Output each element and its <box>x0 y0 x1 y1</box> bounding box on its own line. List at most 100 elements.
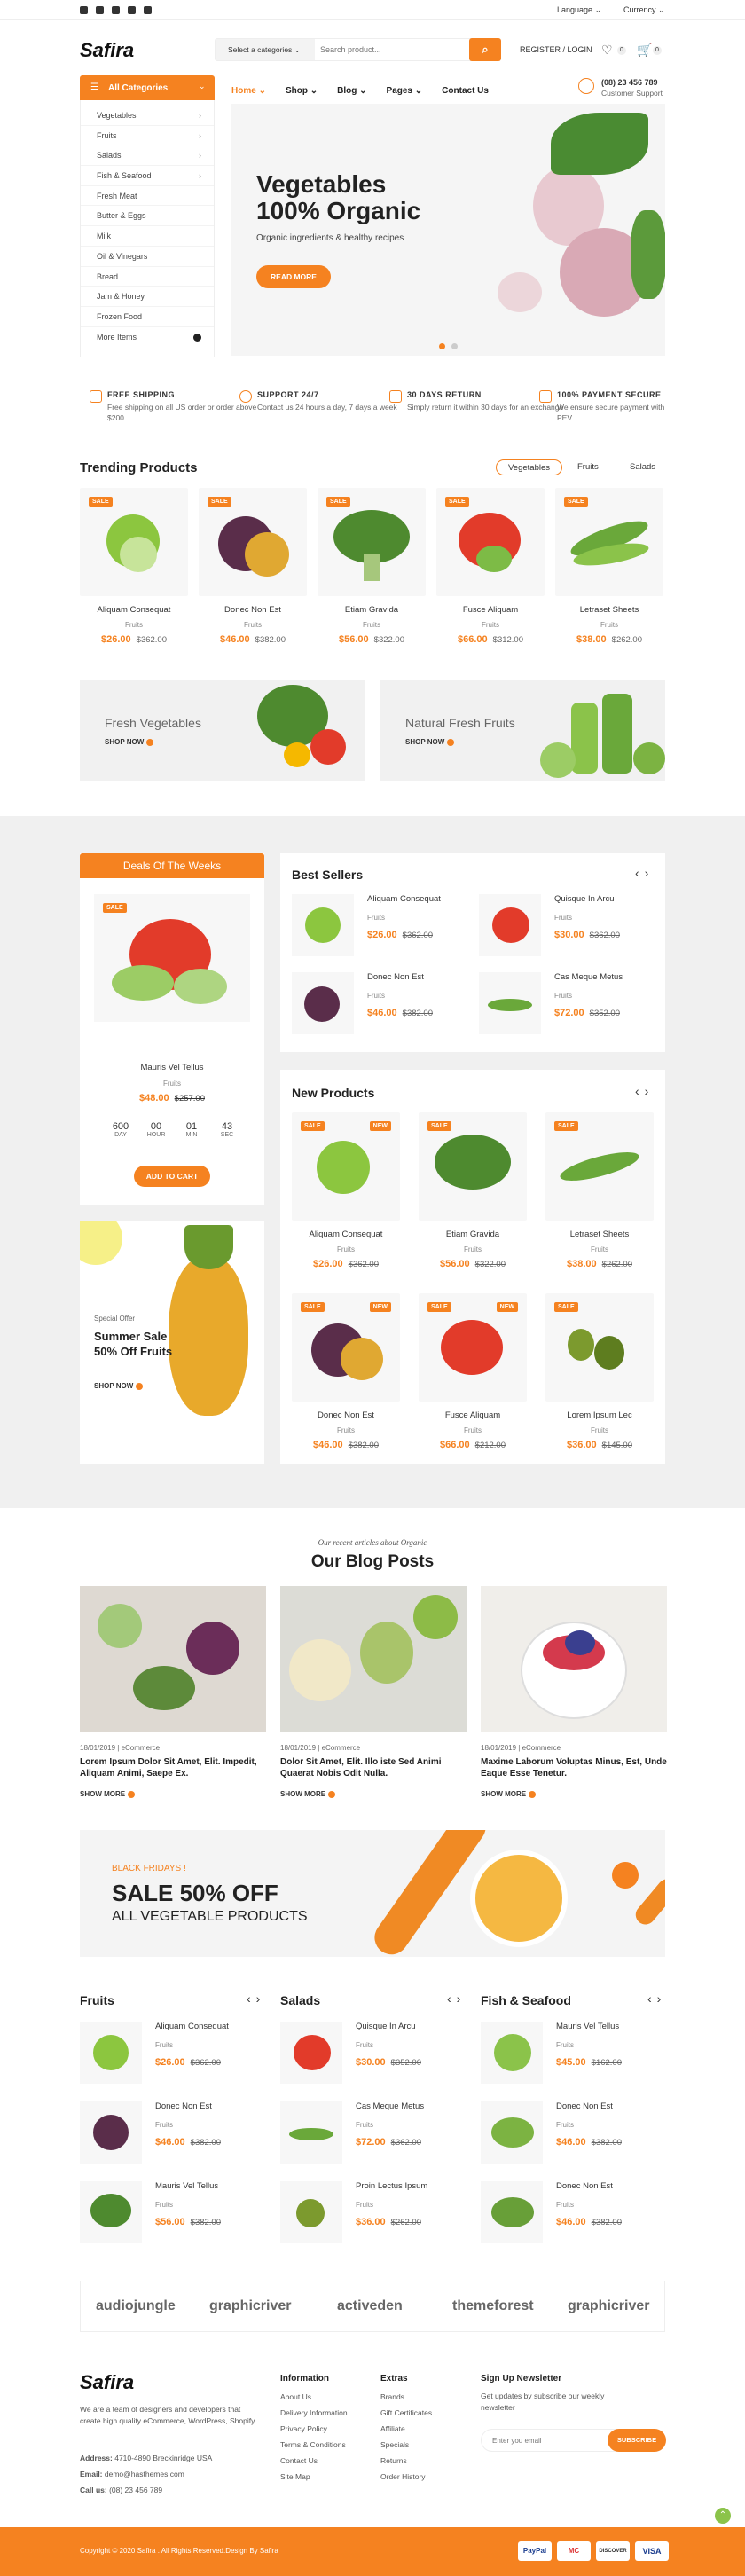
back-to-top-icon[interactable]: ⌃ <box>715 2508 731 2524</box>
tab-vegetables[interactable]: Vegetables <box>496 459 563 475</box>
chevron-left-icon[interactable]: ‹ <box>635 866 645 880</box>
blog-show-more[interactable]: SHOW MORE <box>80 1790 266 1798</box>
product-name[interactable]: Donec Non Est <box>367 972 424 982</box>
search-button[interactable]: ⌕ <box>469 38 501 61</box>
footer-link[interactable]: Affiliate <box>380 2421 432 2437</box>
chevron-left-icon[interactable]: ‹ <box>247 1991 256 2006</box>
footer-link[interactable]: Terms & Conditions <box>280 2437 348 2453</box>
chevron-right-icon[interactable]: › <box>657 1991 667 2006</box>
chevron-left-icon[interactable]: ‹ <box>635 1084 645 1098</box>
currency-select[interactable]: Currency ⌄ <box>623 5 665 15</box>
blog-image[interactable] <box>80 1586 266 1732</box>
chevron-right-icon[interactable]: › <box>645 1084 655 1098</box>
youtube-icon[interactable] <box>112 6 120 14</box>
footer-link[interactable]: Order History <box>380 2469 432 2485</box>
product-name[interactable]: Donec Non Est <box>556 2181 613 2191</box>
brand-logo[interactable]: graphicriver <box>568 2298 649 2314</box>
nav-home[interactable]: Home ⌄ <box>231 86 266 96</box>
search-input[interactable] <box>320 42 453 58</box>
deal-image[interactable]: SALE <box>94 894 250 1022</box>
nav-blog[interactable]: Blog ⌄ <box>337 86 366 96</box>
email-value[interactable]: demo@hasthemes.com <box>105 2470 184 2478</box>
brand-logo[interactable]: graphicriver <box>209 2298 291 2314</box>
chevron-right-icon[interactable]: › <box>457 1991 467 2006</box>
product-name[interactable]: Letraset Sheets <box>555 605 663 615</box>
logo[interactable]: Safira <box>80 39 134 62</box>
product-name[interactable]: Proin Lectus Ipsum <box>356 2181 427 2191</box>
blog-post-title[interactable]: Dolor Sit Amet, Elit. Illo iste Sed Anim… <box>280 1756 467 1779</box>
product-card[interactable]: SALE Letraset Sheets Fruits $38.00 $262.0… <box>555 488 663 645</box>
banner-cta[interactable]: SHOP NOW <box>105 738 154 746</box>
footer-link[interactable]: Site Map <box>280 2469 348 2485</box>
product-name[interactable]: Cas Meque Metus <box>356 2101 424 2111</box>
footer-link[interactable]: Contact Us <box>280 2453 348 2469</box>
product-card[interactable]: SALE Etiam Gravida Fruits $56.00 $322.00 <box>419 1112 527 1269</box>
banner-natural-fruits[interactable]: Natural Fresh Fruits SHOP NOW <box>380 680 665 781</box>
subscribe-button[interactable]: SUBSCRIBE <box>608 2429 666 2452</box>
promo-cta[interactable]: SHOP NOW <box>94 1382 144 1390</box>
nav-pages[interactable]: Pages ⌄ <box>387 86 423 96</box>
product-card[interactable]: SALE Etiam Gravida Fruits $56.00 $322.00 <box>318 488 426 645</box>
chevron-left-icon[interactable]: ‹ <box>647 1991 657 2006</box>
category-item-more[interactable]: More Items <box>81 327 214 348</box>
best-seller-item[interactable]: Donec Non Est Fruits $46.00 $382.00 <box>292 972 496 1052</box>
product-name[interactable]: Fusce Aliquam <box>436 605 545 615</box>
blog-image[interactable] <box>481 1586 667 1732</box>
column-item[interactable]: Donec Non Est Fruits $46.00 $382.00 <box>80 2101 284 2181</box>
brand-logo[interactable]: activeden <box>337 2298 403 2314</box>
account-link[interactable]: REGISTER / LOGIN <box>520 45 592 54</box>
category-item[interactable]: Fish & Seafood › <box>81 166 214 186</box>
product-name[interactable]: Mauris Vel Tellus <box>556 2022 619 2031</box>
heart-icon[interactable]: ♡ <box>601 43 613 58</box>
blog-image[interactable] <box>280 1586 467 1732</box>
blog-post-title[interactable]: Maxime Laborum Voluptas Minus, Est, Unde… <box>481 1756 667 1779</box>
instagram-icon[interactable] <box>144 6 152 14</box>
footer-link[interactable]: Returns <box>380 2453 432 2469</box>
brand-logo[interactable]: audiojungle <box>96 2298 176 2314</box>
banner-cta[interactable]: SHOP NOW <box>405 738 455 746</box>
best-seller-item[interactable]: Quisque In Arcu Fruits $30.00 $362.00 <box>479 894 683 974</box>
blog-show-more[interactable]: SHOW MORE <box>280 1790 467 1798</box>
product-name[interactable]: Donec Non Est <box>556 2101 613 2111</box>
tab-salads[interactable]: Salads <box>618 459 667 475</box>
column-item[interactable]: Donec Non Est Fruits $46.00 $382.00 <box>481 2101 685 2181</box>
twitter-icon[interactable] <box>80 6 88 14</box>
product-card[interactable]: SALE NEW Donec Non Est Fruits $46.00 $382.00 <box>292 1293 400 1450</box>
category-item[interactable]: Fresh Meat <box>81 186 214 207</box>
category-item[interactable]: Salads › <box>81 145 214 167</box>
product-name[interactable]: Etiam Gravida <box>318 605 426 615</box>
product-name[interactable]: Donec Non Est <box>292 1410 400 1420</box>
nav-shop[interactable]: Shop ⌄ <box>286 86 318 96</box>
banner-fresh-vegetables[interactable]: Fresh Vegetables SHOP NOW <box>80 680 365 781</box>
footer-link[interactable]: Gift Certificates <box>380 2405 432 2421</box>
product-name[interactable]: Aliquam Consequat <box>155 2022 229 2031</box>
tab-fruits[interactable]: Fruits <box>566 459 610 475</box>
product-name[interactable]: Lorem Ipsum Lec <box>545 1410 654 1420</box>
slider-dot-active[interactable] <box>439 343 445 349</box>
product-name[interactable]: Mauris Vel Tellus <box>155 2181 218 2191</box>
product-name[interactable]: Cas Meque Metus <box>554 972 623 982</box>
product-name[interactable]: Fusce Aliquam <box>419 1410 527 1420</box>
product-card[interactable]: SALE NEW Aliquam Consequat Fruits $26.00 $362… <box>292 1112 400 1269</box>
facebook-icon[interactable] <box>128 6 136 14</box>
chevron-left-icon[interactable]: ‹ <box>447 1991 457 2006</box>
product-card[interactable]: SALE Aliquam Consequat Fruits $26.00 $362… <box>80 488 188 645</box>
chevron-right-icon[interactable]: › <box>256 1991 266 2006</box>
category-item[interactable]: Oil & Vinegars <box>81 247 214 267</box>
newsletter-email-input[interactable] <box>492 2434 590 2446</box>
product-name[interactable]: Aliquam Consequat <box>367 894 441 904</box>
promo-banner[interactable]: Special Offer Summer Sale 50% Off Fruits … <box>80 1221 264 1464</box>
column-item[interactable]: Cas Meque Metus Fruits $72.00 $362.00 <box>280 2101 484 2181</box>
footer-link[interactable]: About Us <box>280 2389 348 2405</box>
product-name[interactable]: Quisque In Arcu <box>356 2022 416 2031</box>
footer-link[interactable]: Brands <box>380 2389 432 2405</box>
product-card[interactable]: SALE Letraset Sheets Fruits $38.00 $262.00 <box>545 1112 654 1269</box>
product-name[interactable]: Aliquam Consequat <box>292 1229 400 1239</box>
footer-link[interactable]: Delivery Information <box>280 2405 348 2421</box>
all-categories-toggle[interactable]: ☰ All Categories ⌄ <box>80 75 215 100</box>
column-item[interactable]: Proin Lectus Ipsum Fruits $36.00 $262.00 <box>280 2181 484 2261</box>
column-item[interactable]: Mauris Vel Tellus Fruits $45.00 $162.00 <box>481 2022 685 2101</box>
product-name[interactable]: Quisque In Arcu <box>554 894 615 904</box>
product-name[interactable]: Donec Non Est <box>155 2101 212 2111</box>
add-to-cart-button[interactable]: ADD TO CART <box>134 1166 210 1187</box>
